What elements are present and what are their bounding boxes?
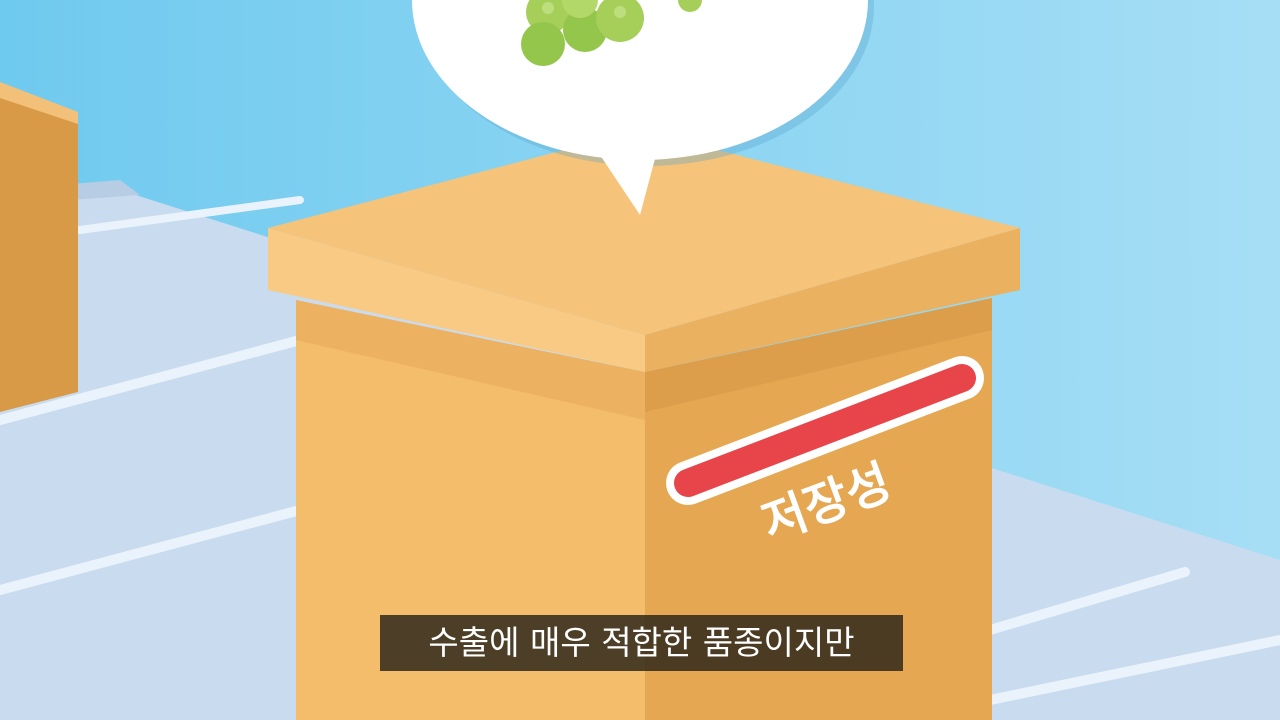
subtitle-caption: 수출에 매우 적합한 품종이지만 (380, 615, 903, 671)
illustration-scene: 저장성 (0, 0, 1280, 720)
background-box (0, 82, 78, 412)
